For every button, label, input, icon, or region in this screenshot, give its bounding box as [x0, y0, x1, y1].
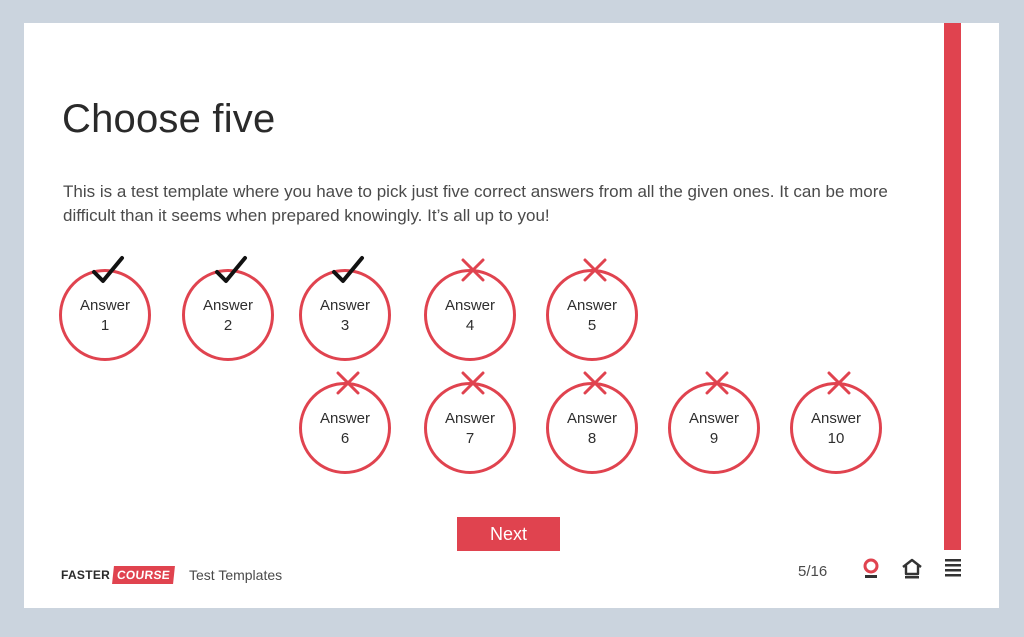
- menu-icon[interactable]: [941, 556, 965, 580]
- cross-icon: [583, 371, 607, 395]
- answer-label: Answer 9: [688, 410, 740, 447]
- page-title: Choose five: [62, 97, 276, 141]
- answer-label: Answer 4: [444, 297, 496, 334]
- answer-option-8[interactable]: Answer 8: [546, 371, 638, 474]
- cross-icon: [461, 371, 485, 395]
- answer-option-2[interactable]: Answer 2: [182, 256, 274, 361]
- brand-logo: FASTER COURSE: [61, 566, 176, 584]
- cross-icon: [583, 258, 607, 282]
- logo-text-course: COURSE: [112, 566, 176, 584]
- logo-text-faster: FASTER: [61, 568, 111, 582]
- answer-option-6[interactable]: Answer 6: [299, 371, 391, 474]
- answer-option-7[interactable]: Answer 7: [424, 371, 516, 474]
- check-icon: [215, 256, 247, 283]
- answer-label: Answer 5: [566, 297, 618, 334]
- answer-label: Answer 8: [566, 410, 618, 447]
- check-icon: [92, 256, 124, 283]
- slide: Choose five This is a test template wher…: [24, 23, 999, 608]
- answer-label: Answer 6: [319, 410, 371, 447]
- cross-icon: [461, 258, 485, 282]
- answer-option-5[interactable]: Answer 5: [546, 258, 638, 361]
- next-button[interactable]: Next: [457, 517, 560, 551]
- answer-option-4[interactable]: Answer 4: [424, 258, 516, 361]
- answer-option-10[interactable]: Answer 10: [790, 371, 882, 474]
- page-counter: 5/16: [798, 563, 828, 580]
- answer-label: Answer 3: [319, 297, 371, 334]
- answer-option-9[interactable]: Answer 9: [668, 371, 760, 474]
- progress-bar: [944, 23, 961, 550]
- question-description: This is a test template where you have t…: [63, 182, 888, 225]
- answer-option-1[interactable]: Answer 1: [59, 256, 151, 361]
- cross-icon: [336, 371, 360, 395]
- course-name: Test Templates: [189, 567, 283, 583]
- cross-icon: [827, 371, 851, 395]
- answer-option-3[interactable]: Answer 3: [299, 256, 391, 361]
- home-icon[interactable]: [900, 556, 924, 580]
- answer-label: Answer 2: [202, 297, 254, 334]
- answer-label: Answer 10: [810, 410, 862, 447]
- check-icon: [332, 256, 364, 283]
- answer-label: Answer 1: [79, 297, 131, 334]
- answer-label: Answer 7: [444, 410, 496, 447]
- cross-icon: [705, 371, 729, 395]
- lifebuoy-icon[interactable]: [859, 556, 883, 580]
